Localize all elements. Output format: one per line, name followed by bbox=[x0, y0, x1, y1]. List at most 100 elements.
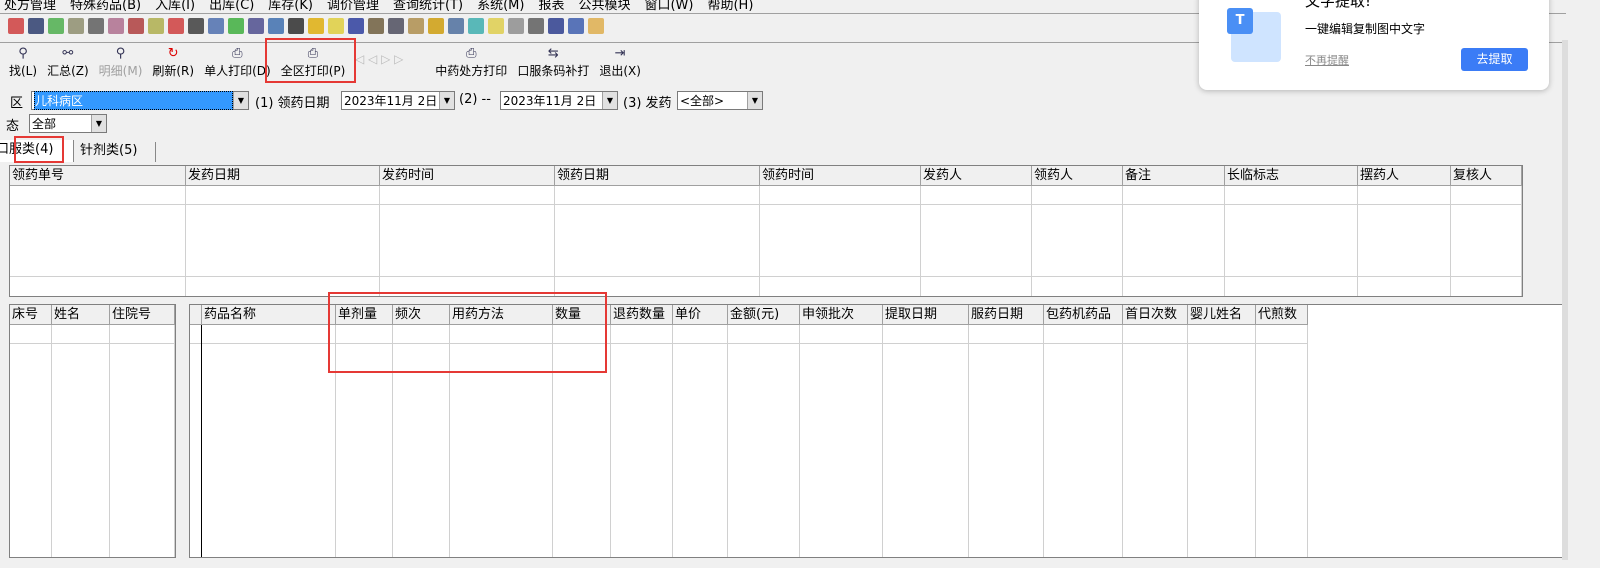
toolbar-icon[interactable] bbox=[288, 18, 304, 34]
column-header[interactable]: 发药人 bbox=[921, 166, 1032, 186]
toolbar-button-label: 汇总(Z) bbox=[47, 64, 89, 78]
menu-item[interactable]: 系统(M) bbox=[477, 0, 524, 13]
toolbar-icon[interactable] bbox=[528, 18, 544, 34]
column-header[interactable]: 金额(元) bbox=[728, 305, 800, 325]
ward-select[interactable]: 儿科病区 ▼ bbox=[31, 91, 249, 110]
toolbar-icon[interactable] bbox=[388, 18, 404, 34]
column-header[interactable]: 退药数量 bbox=[611, 305, 673, 325]
toolbar-button[interactable]: ⇆ 口服条码补打 bbox=[512, 46, 594, 80]
nav-arrows: ◁ ◁ ▷ ▷ bbox=[355, 52, 404, 66]
toolbar-icon[interactable] bbox=[468, 18, 484, 34]
column-header[interactable]: 备注 bbox=[1123, 166, 1225, 186]
toolbar-icon[interactable] bbox=[68, 18, 84, 34]
exit-icon: ⇥ bbox=[614, 46, 626, 61]
column-header[interactable]: 领药单号 bbox=[10, 166, 186, 186]
chevron-down-icon: ▼ bbox=[439, 92, 454, 109]
toolbar-icon[interactable] bbox=[188, 18, 204, 34]
toolbar-icon[interactable] bbox=[588, 18, 604, 34]
toolbar-icon[interactable] bbox=[128, 18, 144, 34]
toolbar-icon[interactable] bbox=[148, 18, 164, 34]
menu-item[interactable]: 库存(K) bbox=[268, 0, 313, 13]
toolbar-button-label: 刷新(R) bbox=[152, 64, 195, 78]
toolbar-button[interactable]: ↻ 刷新(R) bbox=[147, 46, 199, 80]
status-select[interactable]: 全部 ▼ bbox=[29, 114, 107, 133]
patient-grid[interactable]: 床号 姓名 住院号 bbox=[9, 304, 176, 558]
toolbar-icon[interactable] bbox=[488, 18, 504, 34]
toolbar-icon[interactable] bbox=[428, 18, 444, 34]
toolbar-icon[interactable] bbox=[508, 18, 524, 34]
menu-item[interactable]: 调价管理 bbox=[327, 0, 379, 13]
column-header[interactable]: 长临标志 bbox=[1225, 166, 1358, 186]
column-header[interactable]: 发药日期 bbox=[186, 166, 380, 186]
toolbar-button[interactable]: ⎙ 中药处方打印 bbox=[430, 46, 512, 80]
column-header[interactable]: 领药人 bbox=[1032, 166, 1123, 186]
barcode-icon: ⇆ bbox=[547, 46, 559, 61]
dispense-select[interactable]: <全部> ▼ bbox=[677, 91, 763, 110]
column-header[interactable]: 包药机药品 bbox=[1044, 305, 1123, 325]
date-to-picker[interactable]: 2023年11月 2日 ▼ bbox=[500, 91, 618, 110]
toolbar-icon[interactable] bbox=[348, 18, 364, 34]
toolbar-button[interactable]: ⚯ 汇总(Z) bbox=[42, 46, 94, 80]
menu-item[interactable]: 特殊药品(B) bbox=[70, 0, 141, 13]
toolbar-icon[interactable] bbox=[308, 18, 324, 34]
menu-item[interactable]: 报表 bbox=[538, 0, 564, 13]
popup-title: 文字提取! bbox=[1305, 0, 1372, 10]
dispense-order-grid[interactable]: 领药单号 发药日期 发药时间 领药日期 领药时间 发药人 领药人 备注 长临标志 摆药人 复核人 bbox=[9, 165, 1523, 297]
column-header[interactable]: 床号 bbox=[10, 305, 52, 325]
toolbar-icon[interactable] bbox=[448, 18, 464, 34]
column-header[interactable]: 提取日期 bbox=[883, 305, 969, 325]
column-header[interactable]: 首日次数 bbox=[1123, 305, 1188, 325]
toolbar-icon[interactable] bbox=[568, 18, 584, 34]
column-header[interactable]: 姓名 bbox=[52, 305, 110, 325]
toolbar-icon[interactable] bbox=[408, 18, 424, 34]
toolbar-icon[interactable] bbox=[28, 18, 44, 34]
menu-item[interactable]: 出库(C) bbox=[209, 0, 254, 13]
menu-item[interactable]: 窗口(W) bbox=[644, 0, 693, 13]
toolbar-button[interactable]: ⚲ 明细(M) bbox=[94, 46, 148, 80]
tab-injection[interactable]: 针剂类(5) bbox=[76, 142, 156, 162]
column-header[interactable]: 摆药人 bbox=[1358, 166, 1451, 186]
toolbar-icon[interactable] bbox=[8, 18, 24, 34]
menu-bar: 处方管理 特殊药品(B) 入库(I) 出库(C) 库存(K) 调价管理 查询统计(T) 系统(… bbox=[0, 0, 753, 13]
column-header[interactable]: 代煎数 bbox=[1256, 305, 1308, 325]
toolbar-icon[interactable] bbox=[268, 18, 284, 34]
column-header[interactable]: 住院号 bbox=[110, 305, 175, 325]
highlight-box bbox=[328, 292, 607, 373]
toolbar-icon[interactable] bbox=[48, 18, 64, 34]
column-header[interactable]: 婴儿姓名 bbox=[1188, 305, 1256, 325]
scrollbar[interactable] bbox=[1562, 40, 1568, 560]
dismiss-link[interactable]: 不再提醒 bbox=[1305, 52, 1349, 68]
toolbar-icon[interactable] bbox=[168, 18, 184, 34]
column-header[interactable]: 单价 bbox=[673, 305, 728, 325]
toolbar-icon[interactable] bbox=[228, 18, 244, 34]
chevron-down-icon: ▼ bbox=[602, 92, 617, 109]
menu-item[interactable]: 公共模块 bbox=[578, 0, 630, 13]
column-header[interactable]: 申领批次 bbox=[800, 305, 883, 325]
toolbar-icon[interactable] bbox=[88, 18, 104, 34]
toolbar-icon[interactable] bbox=[548, 18, 564, 34]
toolbar-button-label: 单人打印(D) bbox=[204, 64, 271, 78]
column-header[interactable]: 领药时间 bbox=[760, 166, 921, 186]
date-label: (1) 领药日期 bbox=[255, 96, 330, 111]
menu-item[interactable]: 处方管理 bbox=[4, 0, 56, 13]
toolbar-icon[interactable] bbox=[328, 18, 344, 34]
toolbar-button[interactable]: ⚲ 找(L) bbox=[4, 46, 42, 80]
column-header[interactable]: 药品名称 bbox=[202, 305, 336, 325]
menu-item[interactable]: 帮助(H) bbox=[707, 0, 753, 13]
column-header[interactable]: 复核人 bbox=[1451, 166, 1522, 186]
menu-item[interactable]: 查询统计(T) bbox=[393, 0, 463, 13]
toolbar-icon[interactable] bbox=[108, 18, 124, 34]
dispense-label: (3) 发药 bbox=[623, 96, 672, 111]
date-from-picker[interactable]: 2023年11月 2日 ▼ bbox=[341, 91, 455, 110]
refresh-icon: ↻ bbox=[167, 46, 179, 61]
toolbar-icon[interactable] bbox=[208, 18, 224, 34]
menu-item[interactable]: 入库(I) bbox=[155, 0, 195, 13]
column-header[interactable]: 领药日期 bbox=[555, 166, 760, 186]
column-header[interactable]: 发药时间 bbox=[380, 166, 555, 186]
column-header[interactable]: 服药日期 bbox=[969, 305, 1044, 325]
toolbar-icon[interactable] bbox=[248, 18, 264, 34]
toolbar-icon[interactable] bbox=[368, 18, 384, 34]
toolbar-button[interactable]: ⇥ 退出(X) bbox=[594, 46, 646, 80]
extract-button[interactable]: 去提取 bbox=[1461, 48, 1528, 71]
toolbar-button-label: 中药处方打印 bbox=[435, 64, 508, 78]
